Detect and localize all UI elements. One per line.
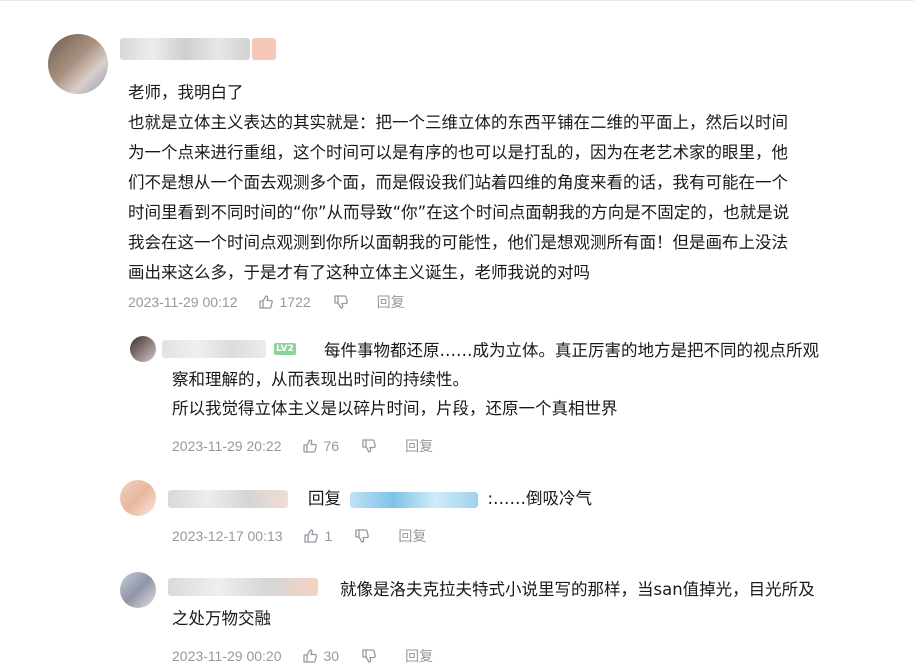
thumb-up-icon [258,295,273,309]
comment-content: 老师，我明白了 也就是立体主义表达的其实就是：把一个三维立体的东西平铺在二维的平… [128,78,898,288]
mention-link-blurred[interactable] [350,491,479,508]
reply-line: :……倒吸冷气 [487,489,593,508]
thumb-down-icon [362,649,376,663]
thumb-up-icon [302,439,317,453]
reply-time: 2023-12-17 00:13 [172,528,283,544]
top-divider [0,0,914,1]
like-count: 1 [324,528,333,544]
comment-meta: 2023-11-29 00:12 1722 回复 [128,292,405,312]
thumb-down-icon [334,295,348,309]
like-button[interactable]: 1 [303,528,333,544]
comment-line: 为一个点来进行重组，这个时间可以是有序的也可以是打乱的，因为在老艺术家的眼里，他 [128,143,788,162]
reply-button[interactable]: 回复 [398,526,426,546]
avatar[interactable] [48,34,108,94]
avatar[interactable] [130,336,156,362]
reply-content: 回复 :……倒吸冷气 [308,484,592,513]
reply-meta: 2023-12-17 00:13 1 回复 [172,526,426,546]
like-button[interactable]: 1722 [258,294,311,310]
reply-line: 就像是洛夫克拉夫特式小说里写的那样，当san值掉光，目光所及 [340,580,815,599]
like-button[interactable]: 30 [302,648,340,664]
thumb-down-icon [355,529,370,543]
dislike-button[interactable] [361,438,383,454]
avatar[interactable] [120,480,156,516]
dislike-button[interactable] [361,648,383,664]
comment-line: 们不是想从一个面去观测多个面，而是假设我们站着四维的角度来看的话，我有可能在一个 [128,173,788,192]
reply-line: 每件事物都还原……成为立体。真正厉害的地方是把不同的视点所观 [324,341,819,360]
comment-line: 我会在这一个时间点观测到你所以面朝我的可能性，他们是想观测所有面！但是画布上没法 [128,233,788,252]
reply-line: 之处万物交融 [172,609,271,628]
thumb-up-icon [303,529,318,543]
dislike-button[interactable] [354,528,376,544]
avatar[interactable] [120,572,156,608]
thumb-down-icon [362,439,376,453]
reply-button[interactable]: 回复 [377,292,405,312]
like-count: 30 [323,648,340,664]
like-button[interactable]: 76 [302,438,340,454]
comment-time: 2023-11-29 00:12 [128,294,238,310]
dislike-button[interactable] [333,294,355,310]
reply-meta: 2023-11-29 00:20 30 回复 [172,646,433,666]
username-blurred[interactable] [120,38,250,60]
username-blurred[interactable] [168,490,288,508]
comment-line: 画出来这么多，于是才有了这种立体主义诞生，老师我说的对吗 [128,263,590,282]
reply-button[interactable]: 回复 [405,646,433,666]
username-blurred-badge [252,38,276,60]
reply-line: 察和理解的，从而表现出时间的持续性。 [172,370,469,389]
like-count: 1722 [279,294,311,310]
like-count: 76 [323,438,340,454]
reply-meta: 2023-11-29 20:22 76 回复 [172,436,433,456]
reply-content: 就像是洛夫克拉夫特式小说里写的那样，当san值掉光，目光所及 之处万物交融 [172,575,815,633]
comment-line: 老师，我明白了 [128,83,244,102]
reply-prefix: 回复 [308,489,341,508]
reply-content: 每件事物都还原……成为立体。真正厉害的地方是把不同的视点所观 察和理解的，从而表… [172,336,819,423]
comment-line: 时间里看到不同时间的“你”从而导致“你”在这个时间点面朝我的方向是不固定的，也就… [128,203,790,222]
reply-time: 2023-11-29 00:20 [172,648,282,664]
reply-button[interactable]: 回复 [405,436,433,456]
reply-time: 2023-11-29 20:22 [172,438,282,454]
comment-line: 也就是立体主义表达的其实就是：把一个三维立体的东西平铺在二维的平面上，然后以时间 [128,113,788,132]
reply-line: 所以我觉得立体主义是以碎片时间，片段，还原一个真相世界 [172,399,618,418]
thumb-up-icon [302,649,317,663]
